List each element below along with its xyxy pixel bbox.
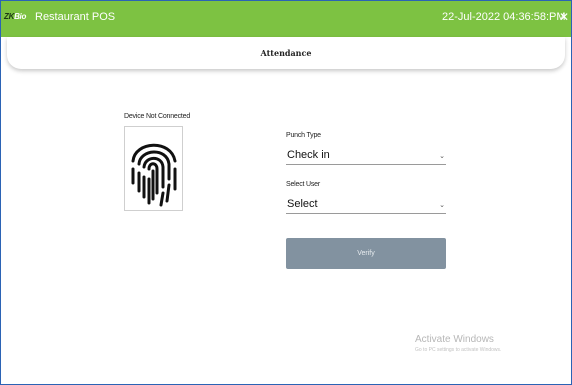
page-header: Attendance	[7, 37, 565, 69]
select-user-value: Select	[287, 198, 318, 210]
punch-type-select[interactable]: Check in ⌄	[286, 148, 446, 165]
device-status-label: Device Not Connected	[124, 113, 191, 120]
verify-button[interactable]: Verify	[286, 238, 446, 269]
logo-text: Bio	[14, 12, 27, 21]
chevron-down-icon: ⌄	[439, 153, 445, 160]
logo-mark: ZK	[4, 12, 15, 21]
punch-type-label: Punch Type	[286, 132, 321, 139]
select-user-select[interactable]: Select ⌄	[286, 197, 446, 214]
fingerprint-icon	[131, 143, 177, 207]
app-title: Restaurant POS	[35, 11, 116, 23]
title-bar: ZKBio Restaurant POS 22-Jul-2022 04:36:5…	[1, 1, 571, 37]
page-title: Attendance	[260, 48, 312, 58]
select-user-label: Select User	[286, 181, 320, 188]
app-logo: ZKBio	[4, 12, 26, 21]
app-window: ZKBio Restaurant POS 22-Jul-2022 04:36:5…	[0, 0, 572, 385]
datetime-display: 22-Jul-2022 04:36:58:PM	[442, 11, 566, 23]
fingerprint-scanner-panel	[124, 126, 183, 211]
punch-type-value: Check in	[287, 149, 330, 161]
close-icon: ✕	[558, 10, 570, 24]
close-button[interactable]: ✕	[557, 9, 571, 25]
chevron-down-icon: ⌄	[439, 202, 445, 209]
activate-windows-subtitle: Go to PC settings to activate Windows.	[415, 347, 502, 353]
activate-windows-title: Activate Windows	[415, 334, 494, 345]
